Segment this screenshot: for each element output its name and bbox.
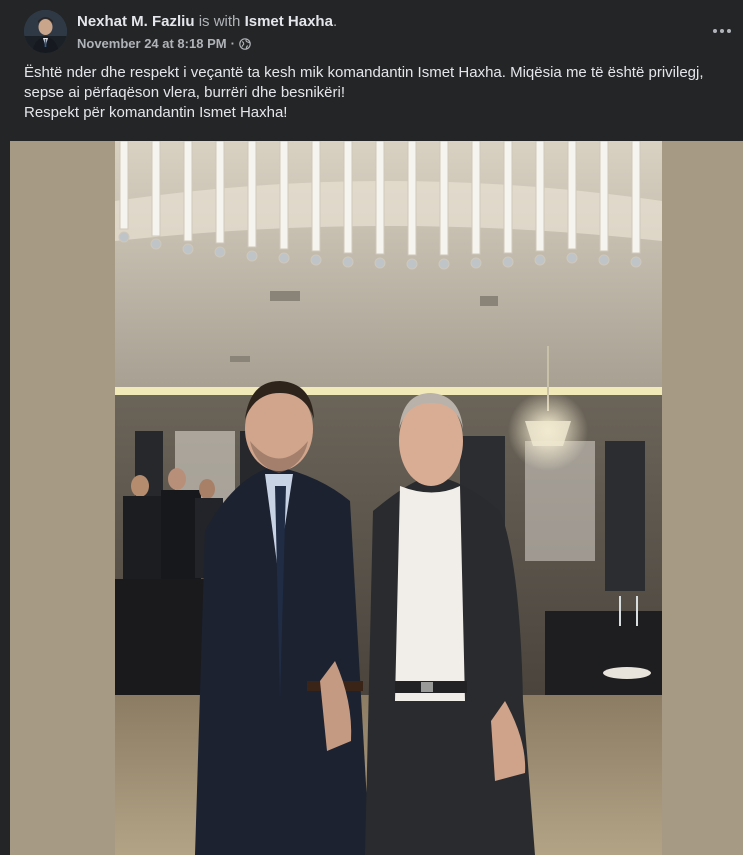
facebook-post: Nexhat M. Fazliu is with Ismet Haxha. No… bbox=[0, 0, 743, 855]
post-header: Nexhat M. Fazliu is with Ismet Haxha. No… bbox=[0, 0, 743, 60]
more-options-icon bbox=[713, 29, 731, 33]
post-photo[interactable] bbox=[115, 141, 662, 855]
author-line: Nexhat M. Fazliu is with Ismet Haxha. bbox=[77, 12, 337, 32]
author-name-link[interactable]: Nexhat M. Fazliu bbox=[77, 13, 195, 30]
globe-icon[interactable] bbox=[239, 38, 251, 50]
post-meta: November 24 at 8:18 PM · bbox=[77, 35, 251, 53]
tagged-suffix: . bbox=[332, 13, 338, 30]
ceiling bbox=[115, 141, 662, 391]
meta-separator: · bbox=[230, 36, 235, 51]
tagged-person-link[interactable]: Ismet Haxha bbox=[245, 13, 333, 30]
post-caption: Është nder dhe respekt i veçantë ta kesh… bbox=[24, 63, 724, 123]
avatar-portrait bbox=[24, 10, 67, 53]
caption-paragraph: Është nder dhe respekt i veçantë ta kesh… bbox=[24, 64, 704, 101]
more-options-button[interactable] bbox=[707, 18, 737, 44]
photo-backdrop bbox=[10, 141, 743, 855]
ceiling-light-strip bbox=[115, 387, 662, 395]
event-photo bbox=[115, 141, 662, 855]
post-timestamp-link[interactable]: November 24 at 8:18 PM bbox=[77, 35, 227, 53]
caption-paragraph: Respekt për komandantin Ismet Haxha! bbox=[24, 104, 288, 121]
author-avatar[interactable] bbox=[24, 10, 67, 53]
with-text: is with bbox=[198, 13, 241, 30]
